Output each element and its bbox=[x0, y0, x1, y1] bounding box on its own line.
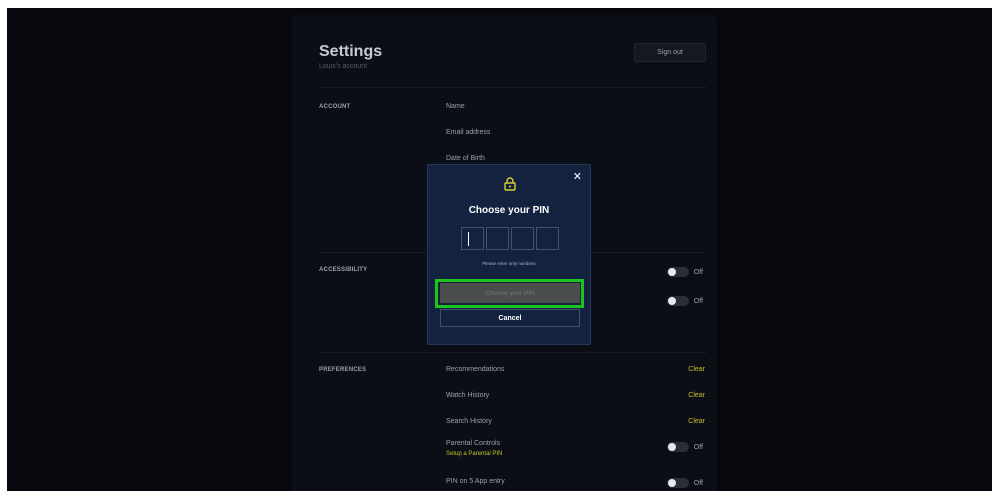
account-row-email: Email address bbox=[446, 129, 491, 136]
accessibility-toggle-2[interactable]: Off bbox=[666, 296, 703, 306]
account-row-dob: Date of Birth bbox=[446, 155, 485, 162]
pin-digit-4[interactable] bbox=[536, 227, 559, 250]
divider bbox=[319, 352, 707, 353]
toggle-state-label: Off bbox=[693, 268, 703, 276]
pref-row-parental-controls: Parental Controls bbox=[446, 440, 501, 447]
clear-search-history-button[interactable]: Clear bbox=[688, 418, 705, 425]
lock-icon bbox=[504, 177, 516, 191]
accessibility-toggle-1[interactable]: Off bbox=[666, 267, 703, 277]
toggle-knob bbox=[667, 297, 676, 305]
account-subtitle: Louis's account bbox=[319, 63, 368, 70]
pin-digit-1[interactable] bbox=[461, 227, 484, 250]
toggle-track bbox=[666, 267, 689, 277]
toggle-track bbox=[666, 442, 689, 452]
toggle-track bbox=[666, 296, 689, 306]
page-title: Settings bbox=[319, 43, 383, 60]
pin-entry-toggle[interactable]: Off bbox=[666, 478, 703, 488]
divider bbox=[319, 87, 707, 88]
section-label-preferences: PREFERENCES bbox=[319, 367, 367, 373]
cancel-button[interactable]: Cancel bbox=[440, 309, 580, 327]
pin-input-group bbox=[461, 227, 559, 250]
pref-row-recommendations: Recommendations bbox=[446, 366, 505, 373]
pin-digit-3[interactable] bbox=[511, 227, 534, 250]
toggle-knob bbox=[667, 443, 676, 451]
toggle-knob bbox=[667, 268, 676, 276]
toggle-state-label: Off bbox=[693, 443, 703, 451]
toggle-state-label: Off bbox=[693, 479, 703, 487]
clear-watch-history-button[interactable]: Clear bbox=[688, 392, 705, 399]
pin-hint: Please enter only numbers bbox=[482, 261, 536, 266]
parental-controls-toggle[interactable]: Off bbox=[666, 442, 703, 452]
clear-recommendations-button[interactable]: Clear bbox=[688, 366, 705, 373]
close-icon[interactable]: ✕ bbox=[573, 172, 582, 183]
pin-digit-2[interactable] bbox=[486, 227, 509, 250]
focus-highlight bbox=[435, 279, 584, 308]
pref-row-search-history: Search History bbox=[446, 418, 492, 425]
setup-parental-pin-link[interactable]: Setup a Parental PIN bbox=[446, 451, 502, 457]
toggle-track bbox=[666, 478, 689, 488]
app-viewport: Settings Louis's account Sign out ACCOUN… bbox=[7, 8, 992, 491]
section-label-account: ACCOUNT bbox=[319, 104, 351, 110]
dialog-title: Choose your PIN bbox=[468, 205, 550, 216]
toggle-state-label: Off bbox=[693, 297, 703, 305]
pref-row-pin-entry: PIN on 5 App entry bbox=[446, 478, 505, 485]
pref-row-watch-history: Watch History bbox=[446, 392, 490, 399]
account-row-name: Name bbox=[446, 103, 465, 110]
choose-pin-dialog: ✕ Choose your PIN Please enter only numb… bbox=[427, 164, 591, 345]
toggle-knob bbox=[667, 479, 676, 487]
sign-out-button[interactable]: Sign out bbox=[634, 43, 706, 62]
section-label-accessibility: ACCESSIBILITY bbox=[319, 267, 368, 273]
